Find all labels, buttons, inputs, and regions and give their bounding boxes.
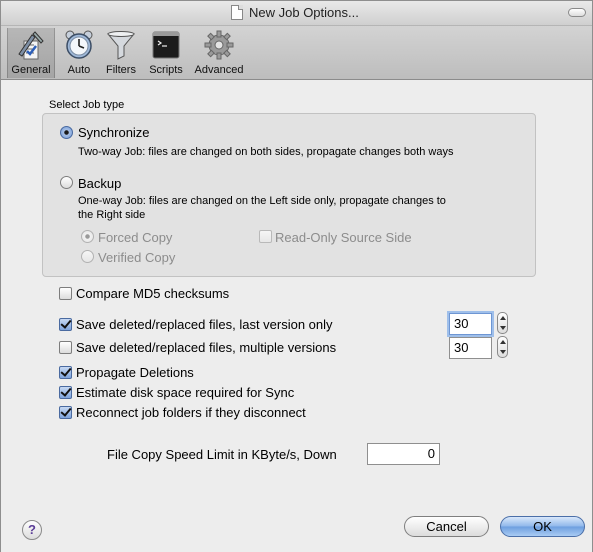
tab-scripts-label: Scripts [149,64,183,76]
backup-radio[interactable] [60,176,73,189]
help-button[interactable]: ? [22,520,42,540]
tab-advanced-label: Advanced [194,64,244,76]
alarm-clock-icon [65,30,93,59]
speed-limit-field[interactable]: 0 [367,443,440,465]
read-only-source-label[interactable]: Read-Only Source Side [275,230,412,245]
tab-scripts[interactable]: Scripts [145,28,187,78]
synchronize-description: Two-way Job: files are changed on both s… [78,146,454,158]
tab-filters-label: Filters [106,64,136,76]
reconnect-folders-checkbox[interactable] [59,406,72,419]
compare-md5-label[interactable]: Compare MD5 checksums [76,286,229,301]
tab-advanced[interactable]: Advanced [191,28,247,78]
synchronize-radio[interactable] [60,126,73,139]
title-bar[interactable]: New Job Options... [1,1,592,26]
propagate-deletions-checkbox[interactable] [59,366,72,379]
job-options-window: New Job Options... General Auto Filters … [0,0,593,552]
save-multiple-versions-stepper[interactable] [497,336,508,358]
save-multiple-versions-label[interactable]: Save deleted/replaced files, multiple ve… [76,340,336,355]
tab-filters[interactable]: Filters [101,28,141,78]
toolbar: General Auto Filters Scripts Advanced [1,26,592,80]
general-icon [18,31,44,60]
verified-copy-radio[interactable] [81,250,94,263]
save-last-version-label[interactable]: Save deleted/replaced files, last versio… [76,317,333,332]
backup-description-line2: the Right side [78,209,146,221]
verified-copy-label[interactable]: Verified Copy [98,250,175,265]
ok-button[interactable]: OK [500,516,585,537]
estimate-disk-space-checkbox[interactable] [59,386,72,399]
tab-auto-label: Auto [67,64,91,76]
save-multiple-versions-checkbox[interactable] [59,341,72,354]
save-last-version-checkbox[interactable] [59,318,72,331]
toolbar-toggle-button[interactable] [568,8,586,17]
tab-auto[interactable]: Auto [61,28,97,78]
funnel-icon [106,31,136,60]
estimate-disk-space-label[interactable]: Estimate disk space required for Sync [76,385,294,400]
terminal-icon [152,31,180,59]
backup-description-line1: One-way Job: files are changed on the Le… [78,195,446,207]
document-icon [231,5,243,20]
speed-limit-label: File Copy Speed Limit in KByte/s, Down [107,447,337,462]
window-title: New Job Options... [249,5,359,20]
job-type-heading: Select Job type [49,99,125,111]
backup-label[interactable]: Backup [78,176,121,191]
synchronize-label[interactable]: Synchronize [78,125,150,140]
gear-icon [204,30,234,60]
propagate-deletions-label[interactable]: Propagate Deletions [76,365,194,380]
save-last-version-days-field[interactable]: 30 [449,313,492,335]
tab-general-label: General [11,64,51,76]
compare-md5-checkbox[interactable] [59,287,72,300]
reconnect-folders-label[interactable]: Reconnect job folders if they disconnect [76,405,306,420]
cancel-button[interactable]: Cancel [404,516,489,537]
read-only-source-checkbox[interactable] [259,230,272,243]
forced-copy-radio[interactable] [81,230,94,243]
save-last-version-stepper[interactable] [497,312,508,334]
save-multiple-versions-days-field[interactable]: 30 [449,337,492,359]
tab-general[interactable]: General [7,28,55,78]
forced-copy-label[interactable]: Forced Copy [98,230,172,245]
